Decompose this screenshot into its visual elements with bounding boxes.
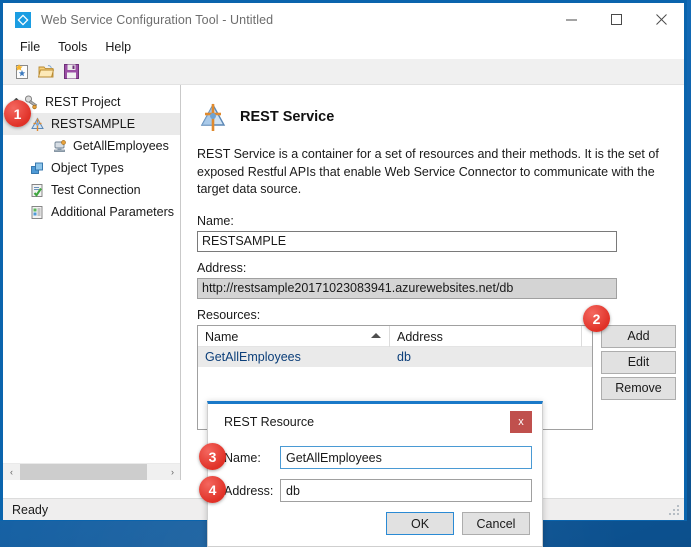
dialog-name-input[interactable]: GetAllEmployees (280, 446, 532, 469)
rest-service-icon (29, 116, 46, 133)
dialog-name-field: Name: GetAllEmployees (224, 446, 532, 469)
ok-button[interactable]: OK (386, 512, 454, 535)
callout-badge-2: 2 (583, 305, 610, 332)
additional-parameters-icon (29, 204, 46, 221)
menu-file[interactable]: File (11, 38, 49, 57)
column-header-label: Name (205, 330, 239, 344)
pane-description: REST Service is a container for a set of… (197, 147, 659, 196)
object-types-icon (29, 160, 46, 177)
tree-node-test-connection[interactable]: Test Connection (3, 179, 180, 201)
dialog-address-input[interactable]: db (280, 479, 532, 502)
address-label: Address: (197, 260, 247, 275)
column-header-address[interactable]: Address (390, 325, 582, 347)
menu-help[interactable]: Help (96, 38, 140, 57)
dialog-address-label: Address: (224, 483, 274, 498)
column-header-name[interactable]: Name (198, 325, 390, 347)
sort-ascending-icon (371, 332, 381, 338)
pane-header: REST Service (197, 101, 676, 133)
resource-action-buttons: Add Edit Remove (601, 324, 676, 430)
minimize-button[interactable] (549, 3, 594, 36)
status-text: Ready (12, 502, 49, 517)
toolbar (3, 59, 684, 85)
maximize-button[interactable] (594, 3, 639, 36)
callout-badge-1: 1 (4, 100, 31, 127)
table-row[interactable]: GetAllEmployees db (198, 346, 592, 367)
callout-badge-4: 4 (199, 476, 226, 503)
tree-label: REST Project (45, 95, 121, 109)
rest-service-large-icon (197, 101, 229, 133)
cell-name: GetAllEmployees (205, 349, 301, 364)
rest-resource-dialog: REST Resource x Name: GetAllEmployees Ad… (207, 401, 543, 547)
tree-label: GetAllEmployees (73, 139, 169, 153)
service-address-input: http://restsample20171023083941.azureweb… (197, 277, 617, 299)
page-title: REST Service (240, 109, 335, 125)
project-tree: REST Project RESTSAMPLE GetAllEmployees … (3, 85, 180, 223)
project-tree-pane: REST Project RESTSAMPLE GetAllEmployees … (3, 85, 181, 480)
tree-node-additional-parameters[interactable]: Additional Parameters (3, 201, 180, 223)
dialog-name-label: Name: (224, 450, 261, 465)
new-project-icon[interactable] (9, 60, 34, 84)
dialog-address-field: Address: db (224, 479, 532, 502)
tree-label: Object Types (51, 161, 124, 175)
tree-horizontal-scrollbar[interactable]: ‹ › (3, 463, 180, 481)
rest-resource-icon (51, 138, 68, 155)
dialog-buttons: OK Cancel (378, 512, 530, 535)
open-project-icon[interactable] (34, 60, 59, 84)
scroll-left-arrow-icon[interactable]: ‹ (3, 464, 20, 481)
title-bar: Web Service Configuration Tool - Untitle… (3, 3, 684, 36)
edit-button[interactable]: Edit (601, 350, 676, 374)
dialog-title: REST Resource (224, 415, 315, 429)
tree-node-getallemployees[interactable]: GetAllEmployees (3, 135, 180, 157)
menu-bar: File Tools Help (3, 36, 684, 59)
cancel-button[interactable]: Cancel (462, 512, 530, 535)
close-button[interactable] (639, 3, 684, 36)
menu-tools[interactable]: Tools (49, 38, 96, 57)
scrollbar-track[interactable] (20, 463, 164, 480)
tree-label: Test Connection (51, 183, 141, 197)
tree-label: RESTSAMPLE (51, 117, 136, 131)
add-button[interactable]: Add (601, 324, 676, 348)
window-title: Web Service Configuration Tool - Untitle… (41, 12, 274, 27)
scroll-right-arrow-icon[interactable]: › (164, 464, 180, 481)
name-label: Name: (197, 213, 234, 228)
column-header-label: Address (397, 330, 443, 344)
cell-address: db (397, 349, 411, 364)
tree-label: Additional Parameters (51, 205, 174, 219)
listview-header: Name Address (198, 325, 592, 347)
tree-node-object-types[interactable]: Object Types (3, 157, 180, 179)
service-name-input[interactable]: RESTSAMPLE (197, 230, 617, 252)
resize-grip-icon[interactable] (667, 503, 681, 517)
dialog-close-button[interactable]: x (510, 411, 532, 433)
callout-badge-3: 3 (199, 443, 226, 470)
diamond-app-icon (14, 11, 32, 29)
remove-button[interactable]: Remove (601, 376, 676, 400)
save-project-icon[interactable] (59, 60, 84, 84)
scrollbar-thumb[interactable] (20, 463, 147, 480)
test-connection-icon (29, 182, 46, 199)
window-controls (549, 3, 684, 36)
